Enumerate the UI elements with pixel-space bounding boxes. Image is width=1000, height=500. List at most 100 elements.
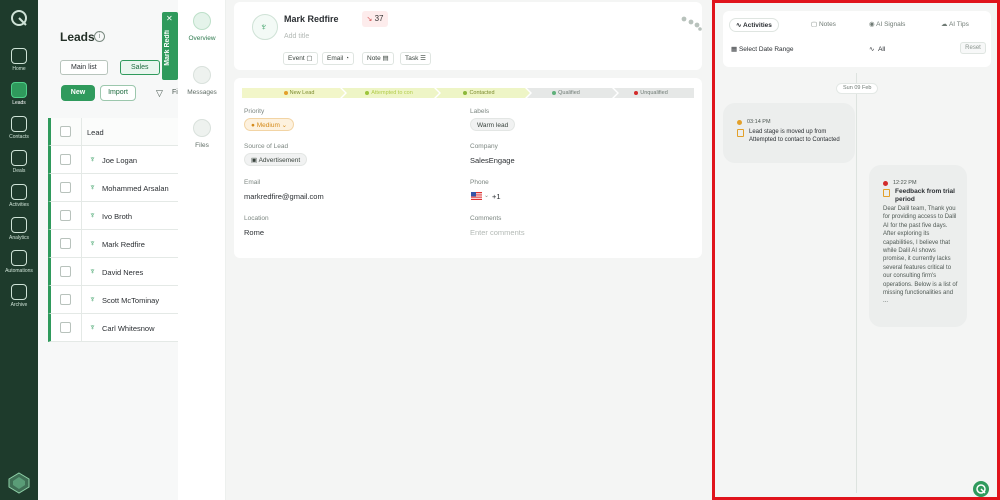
row-checkbox[interactable] — [60, 238, 71, 249]
new-lead-button[interactable]: New — [61, 85, 95, 101]
stage-unqualified[interactable]: Unqualified — [612, 88, 690, 98]
subnav-item-messages[interactable]: Messages — [178, 66, 226, 96]
brand-mark-icon — [8, 472, 30, 494]
row-checkbox[interactable] — [60, 294, 71, 305]
files-icon — [193, 119, 211, 137]
row-checkbox[interactable] — [60, 182, 71, 193]
lead-info-card: New Lead Attempted to con Contacted Qual… — [234, 78, 702, 258]
lead-table: Lead ♆ Joe Logan ♆ Mohammed Arsalan ♆ Iv… — [48, 118, 178, 342]
activity-title: Feedback from trial period — [895, 188, 955, 203]
date-range-picker[interactable]: ▦ Select Date Range — [731, 45, 794, 53]
lead-name[interactable]: Carl Whitesnow — [102, 324, 155, 333]
lead-icon: ♆ — [89, 238, 96, 248]
table-row[interactable]: ♆ Carl Whitesnow — [48, 314, 178, 342]
lead-name[interactable]: Mohammed Arsalan — [102, 184, 169, 193]
stage-qualified[interactable]: Qualified — [524, 88, 608, 98]
rail-item-leads[interactable]: Leads — [0, 82, 38, 116]
comments-input[interactable]: Enter comments — [470, 228, 525, 237]
table-row[interactable]: ♆ Scott McTominay — [48, 286, 178, 314]
source-chip[interactable]: ▣ Advertisement — [244, 153, 308, 166]
app-rail: Home Leads Contacts Deals Activities Ana… — [0, 0, 38, 500]
note-icon — [883, 189, 890, 197]
tab-activities[interactable]: ∿ Activities — [729, 18, 779, 32]
info-icon[interactable]: i — [94, 31, 105, 42]
tab-ai-tips[interactable]: ☁ AI Tips — [935, 18, 975, 32]
lead-name[interactable]: Ivo Broth — [102, 212, 132, 221]
activity-type-filter[interactable]: ∿ All — [869, 45, 885, 53]
subnav-item-files[interactable]: Files — [178, 119, 226, 149]
activity-item[interactable]: 03:14 PM Lead stage is moved up from Att… — [723, 103, 855, 163]
table-row[interactable]: ♆ Mohammed Arsalan — [48, 174, 178, 202]
tab-sales[interactable]: Sales — [120, 60, 160, 75]
event-button[interactable]: Event ▢ — [283, 52, 318, 65]
table-row[interactable]: ♆ David Neres — [48, 258, 178, 286]
add-title-field[interactable]: Add title — [284, 33, 309, 40]
row-checkbox[interactable] — [60, 210, 71, 221]
row-checkbox[interactable] — [60, 322, 71, 333]
lead-name[interactable]: David Neres — [102, 268, 143, 277]
filter-label[interactable]: Fi — [172, 89, 178, 96]
select-all-checkbox[interactable] — [60, 126, 71, 137]
location-value[interactable]: Rome — [244, 228, 264, 237]
more-options-icon[interactable] — [680, 14, 704, 32]
stage-contacted[interactable]: Contacted — [434, 88, 524, 98]
reset-button[interactable]: Reset — [960, 42, 986, 54]
rail-item-analytics[interactable]: Analytics — [0, 217, 38, 251]
email-button[interactable]: Email ◔ — [322, 52, 354, 65]
lead-name[interactable]: Mark Redfire — [102, 240, 145, 249]
activity-header: ∿ Activities ▢ Notes ◉ AI Signals ☁ AI T… — [723, 11, 991, 67]
subnav-item-overview[interactable]: Overview — [178, 12, 226, 42]
assistant-button[interactable] — [973, 481, 989, 497]
table-row[interactable]: ♆ Mark Redfire — [48, 230, 178, 258]
activity-item[interactable]: 12:22 PM Feedback from trial period Dear… — [869, 165, 967, 327]
assistant-icon — [976, 484, 986, 494]
labels-label: Labels — [470, 108, 490, 115]
activity-time: 03:14 PM — [747, 119, 771, 125]
lead-name[interactable]: Joe Logan — [102, 156, 137, 165]
lead-avatar-icon: ♆ — [260, 22, 268, 33]
priority-select[interactable]: ● Medium ⌄ — [244, 118, 295, 131]
open-lead-tab[interactable]: ✕ Mark Redfi — [162, 12, 178, 80]
company-value[interactable]: SalesEngage — [470, 156, 515, 165]
tab-ai-signals[interactable]: ◉ AI Signals — [863, 18, 911, 32]
rail-item-automations[interactable]: Automations — [0, 250, 38, 284]
tab-notes[interactable]: ▢ Notes — [805, 18, 842, 32]
column-header-lead: Lead — [87, 128, 104, 137]
activities-icon — [11, 184, 27, 200]
table-row[interactable]: ♆ Ivo Broth — [48, 202, 178, 230]
email-value[interactable]: markredfire@gmail.com — [244, 192, 324, 201]
rail-item-home[interactable]: Home — [0, 48, 38, 82]
lead-icon: ♆ — [89, 322, 96, 332]
lead-name[interactable]: Scott McTominay — [102, 296, 159, 305]
label-chip[interactable]: Warm lead — [470, 118, 516, 131]
comments-label: Comments — [470, 215, 502, 222]
stage-new-lead[interactable]: New Lead — [254, 88, 344, 98]
row-checkbox[interactable] — [60, 266, 71, 277]
contacts-icon — [11, 116, 27, 132]
table-row[interactable]: ♆ Joe Logan — [48, 146, 178, 174]
detail-subnav: Overview Messages Files — [178, 0, 226, 500]
app-logo-icon[interactable] — [9, 8, 29, 28]
rail-item-archive[interactable]: Archive — [0, 284, 38, 318]
messages-icon — [193, 66, 211, 84]
close-icon[interactable]: ✕ — [166, 14, 173, 23]
rail-item-contacts[interactable]: Contacts — [0, 116, 38, 150]
phone-value[interactable]: +1 — [492, 192, 501, 201]
tab-main-list[interactable]: Main list — [60, 60, 108, 75]
lead-name-title[interactable]: Mark Redfire — [284, 14, 339, 24]
stage-attempted[interactable]: Attempted to con — [344, 88, 434, 98]
company-label: Company — [470, 143, 498, 150]
note-button[interactable]: Note ▤ — [362, 52, 394, 65]
country-dropdown-icon[interactable]: ⌄ — [484, 192, 489, 199]
row-checkbox[interactable] — [60, 154, 71, 165]
task-button[interactable]: Task ☰ — [400, 52, 432, 65]
us-flag-icon[interactable] — [471, 192, 482, 200]
rail-item-deals[interactable]: Deals — [0, 150, 38, 184]
activity-panel: ∿ Activities ▢ Notes ◉ AI Signals ☁ AI T… — [712, 0, 1000, 500]
filter-icon[interactable]: ▽ — [156, 88, 163, 99]
import-button[interactable]: Import — [100, 85, 136, 101]
lead-icon: ♆ — [89, 154, 96, 164]
analytics-icon — [11, 217, 27, 233]
rail-item-activities[interactable]: Activities — [0, 184, 38, 218]
priority-label: Priority — [244, 108, 265, 115]
